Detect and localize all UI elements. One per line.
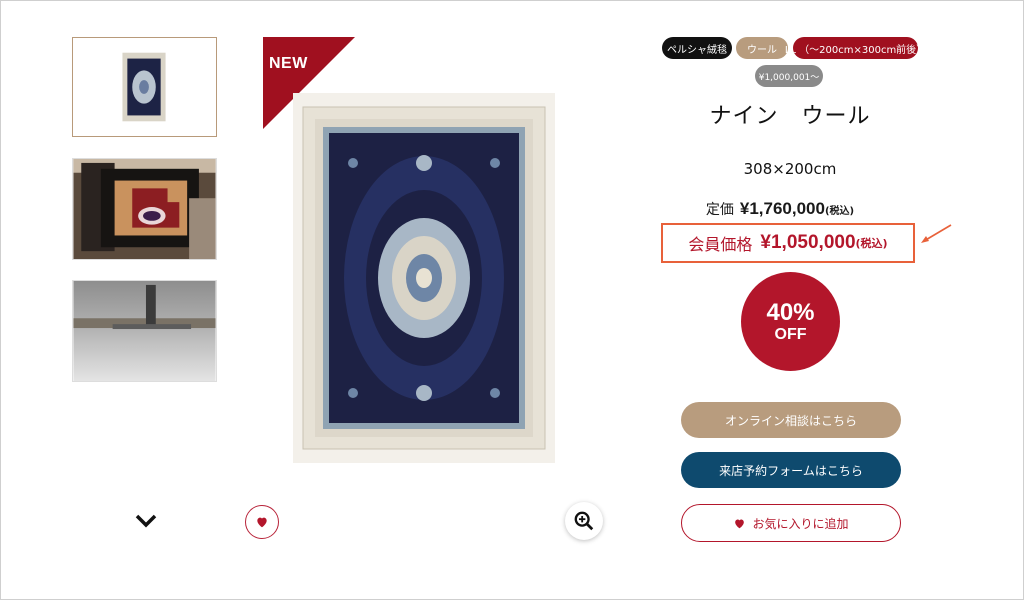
arrow-icon: [921, 224, 952, 243]
discount-badge: 40% OFF: [741, 272, 840, 371]
discount-off-label: OFF: [774, 325, 807, 343]
zoom-image-button[interactable]: [565, 502, 603, 540]
regular-price-tax: (税込): [824, 206, 855, 217]
rug-thickness-image: [73, 281, 216, 381]
product-size: 308×200cm: [743, 160, 837, 178]
member-price-value: ¥1,050,000: [760, 232, 856, 253]
store-visit-reservation-button[interactable]: 来店予約フォームはこちら: [681, 452, 901, 488]
thumbnail-rug-thickness[interactable]: [72, 280, 217, 382]
regular-price-label: 定価: [705, 202, 734, 218]
product-title: ナイン ウール: [709, 104, 871, 129]
heart-icon: [257, 517, 267, 528]
favorite-toggle-button[interactable]: [245, 505, 279, 539]
online-consultation-label: オンライン相談はこちら: [724, 413, 857, 428]
add-to-favorites-button[interactable]: お気に入りに追加: [681, 504, 901, 542]
rug-thumbnail-image: [73, 38, 216, 136]
regular-price-value: ¥1,760,000: [739, 199, 825, 218]
thumbnail-rug-back[interactable]: [72, 158, 217, 260]
new-badge-label: NEW: [269, 55, 308, 72]
online-consultation-button[interactable]: オンライン相談はこちら: [681, 402, 901, 438]
discount-percent: 40%: [766, 298, 815, 326]
zoom-in-icon: [574, 511, 594, 531]
main-product-image: [293, 93, 555, 463]
chevron-down-icon: [135, 514, 157, 528]
add-to-favorites-label: お気に入りに追加: [752, 516, 849, 531]
member-price-tax: (税込): [855, 237, 888, 250]
regular-price: 定価 ¥1,760,000(税込): [660, 199, 900, 219]
tag-category[interactable]: ペルシャ絨毯: [662, 37, 732, 59]
member-price-label: 会員価格: [688, 235, 753, 254]
tag-size[interactable]: LL （〜200cm×300cm前後）: [785, 37, 926, 59]
tag-material[interactable]: ウール: [736, 37, 788, 59]
scroll-thumbnails-button[interactable]: [132, 507, 160, 535]
tag-price-range[interactable]: ¥1,000,001〜: [755, 65, 823, 87]
thumbnail-rug-full[interactable]: [72, 37, 217, 137]
rug-back-detail-image: [73, 159, 216, 259]
heart-icon: [733, 517, 746, 530]
store-visit-reservation-label: 来店予約フォームはこちら: [719, 463, 863, 478]
member-price: 会員価格 ¥1,050,000 (税込): [661, 223, 915, 263]
